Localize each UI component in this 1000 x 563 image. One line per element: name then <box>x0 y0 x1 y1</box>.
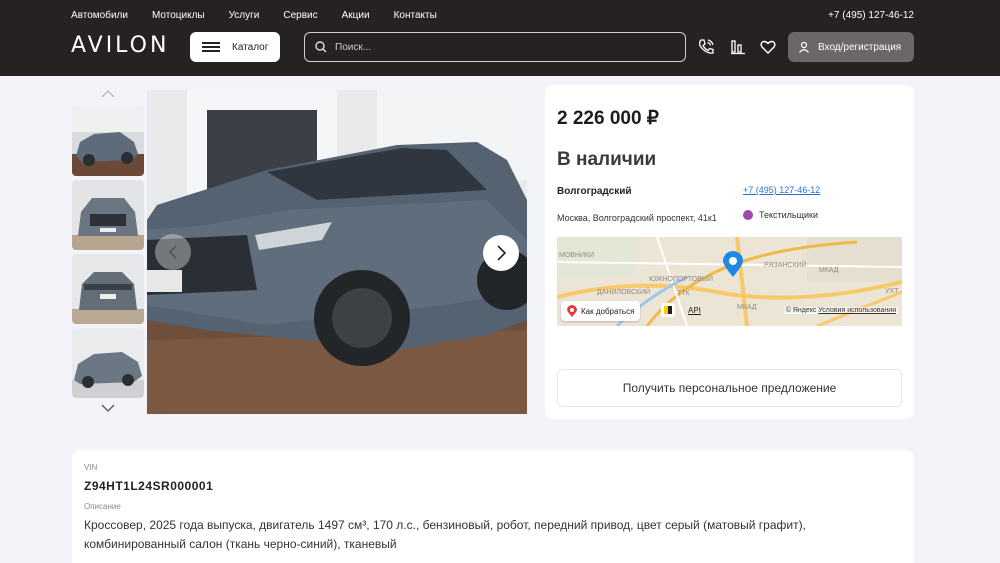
menu-icon <box>202 42 220 52</box>
gallery-thumbnail[interactable] <box>72 180 144 250</box>
thumbs-up-arrow-icon[interactable] <box>100 89 116 99</box>
map-label: УХТ <box>885 288 899 295</box>
gallery-thumbnail[interactable] <box>72 106 144 176</box>
main-car-photo <box>147 90 527 414</box>
nav-promotions[interactable]: Акции <box>342 10 370 21</box>
metro-station: Текстильщики <box>743 210 818 220</box>
metro-line-icon <box>743 210 753 220</box>
vin-value: Z94HT1L24SR000001 <box>84 479 214 493</box>
route-label: Как добраться <box>581 306 635 316</box>
phone-call-icon[interactable] <box>697 38 715 56</box>
dealer-phone-link[interactable]: +7 (495) 127-46-12 <box>743 185 820 195</box>
map-copyright: © Яндекс <box>785 307 817 314</box>
metro-station-name: Текстильщики <box>759 210 819 220</box>
top-nav: Автомобили Мотоциклы Услуги Сервис Акции… <box>71 10 461 21</box>
user-icon <box>799 41 809 53</box>
vehicle-details-card: VIN Z94HT1L24SR000001 Описание Кроссовер… <box>72 450 914 563</box>
route-button[interactable]: Как добраться <box>561 301 641 321</box>
map-label: ТТК <box>677 290 691 297</box>
offer-card: 2 226 000 ₽ В наличии Волгоградский +7 (… <box>545 85 914 419</box>
description-label: Описание <box>84 502 121 511</box>
photo-prev-button[interactable] <box>155 234 191 270</box>
favorites-heart-icon[interactable] <box>759 38 777 56</box>
gallery-thumbnail[interactable] <box>72 328 144 398</box>
map-label: ДАНИЛОВСКИЙ <box>597 287 650 296</box>
map-terms-link[interactable]: Условия использования <box>818 307 896 314</box>
search-box <box>304 32 686 62</box>
map-attribution: © Яндекс Условия использования <box>783 307 898 314</box>
compare-icon[interactable] <box>729 38 747 56</box>
search-input[interactable] <box>335 41 655 53</box>
search-icon <box>315 41 327 53</box>
catalog-button[interactable]: Каталог <box>190 32 280 62</box>
dealer-name: Волгоградский <box>557 186 632 197</box>
map-label: МОВНИКИ <box>559 252 594 259</box>
nav-services[interactable]: Услуги <box>229 10 260 21</box>
map-label: МКАД <box>737 304 757 311</box>
nav-maintenance[interactable]: Сервис <box>283 10 317 21</box>
login-label: Вход/регистрация <box>818 41 902 53</box>
thumbs-down-arrow-icon[interactable] <box>100 403 116 413</box>
vehicle-description: Кроссовер, 2025 года выпуска, двигатель … <box>84 518 806 551</box>
map-label: МКАД <box>819 267 839 274</box>
site-header: Автомобили Мотоциклы Услуги Сервис Акции… <box>0 0 1000 76</box>
yandex-maps-logo-icon[interactable] <box>661 303 675 317</box>
photo-next-button[interactable] <box>483 235 519 271</box>
location-pin-icon <box>567 305 577 317</box>
login-button[interactable]: Вход/регистрация <box>788 32 914 62</box>
gallery-thumbnail[interactable] <box>72 254 144 324</box>
map-api-link[interactable]: API <box>688 306 701 315</box>
availability-status: В наличии <box>557 149 657 170</box>
logo[interactable]: AVILON <box>71 33 169 58</box>
map-label: ЮЖНОПОРТОВЫЙ <box>649 274 713 283</box>
nav-motorcycles[interactable]: Мотоциклы <box>152 10 205 21</box>
chevron-left-icon <box>168 245 177 259</box>
price: 2 226 000 ₽ <box>557 108 659 129</box>
personal-offer-button[interactable]: Получить персональное предложение <box>557 369 902 407</box>
nav-cars[interactable]: Автомобили <box>71 10 128 21</box>
map-label: РЯЗАНСКИЙ <box>764 260 807 269</box>
nav-contacts[interactable]: Контакты <box>394 10 437 21</box>
vin-label: VIN <box>84 463 98 472</box>
dealer-map[interactable]: МОВНИКИ РЯЗАНСКИЙ МКАД ЮЖНОПОРТОВЫЙ ДАНИ… <box>557 237 902 326</box>
dealer-address: Москва, Волгоградский проспект, 41к1 <box>557 213 717 223</box>
catalog-label: Каталог <box>232 41 269 53</box>
chevron-right-icon <box>497 245 507 261</box>
header-phone[interactable]: +7 (495) 127-46-12 <box>828 10 914 21</box>
